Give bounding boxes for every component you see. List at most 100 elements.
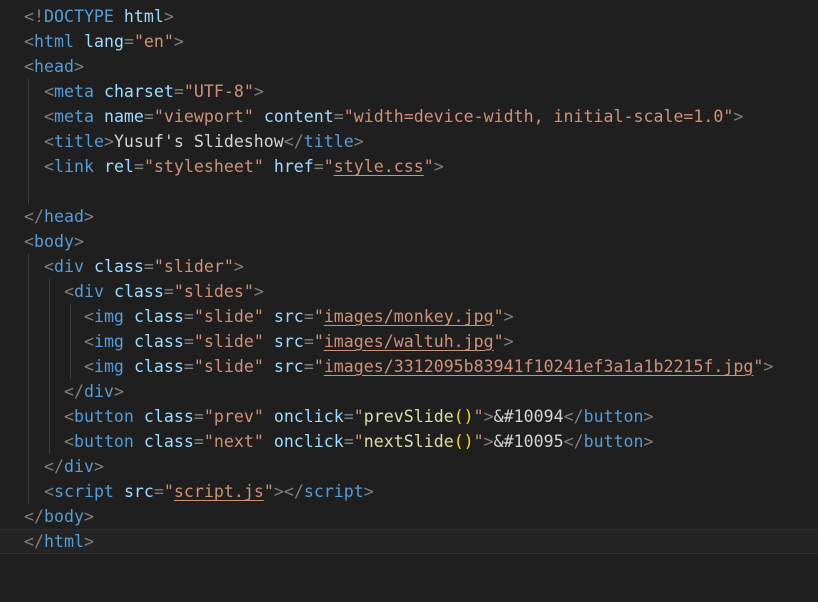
syntax-token-punctuation: = (194, 432, 204, 451)
syntax-token-plain-text (84, 257, 94, 276)
syntax-token-string: " (314, 332, 324, 351)
syntax-token-tag-name: button (74, 432, 134, 451)
syntax-token-plain-text (24, 357, 84, 376)
syntax-token-punctuation: > (84, 207, 94, 226)
syntax-token-punctuation: > (74, 57, 84, 76)
code-line-current[interactable]: </html> (0, 529, 818, 554)
code-editor[interactable]: <!DOCTYPE html><html lang="en"><head> <m… (0, 4, 818, 554)
code-line[interactable] (0, 179, 818, 204)
syntax-token-plain-text (254, 107, 264, 126)
syntax-token-plain-text (24, 482, 44, 501)
code-line[interactable]: <!DOCTYPE html> (0, 4, 818, 29)
syntax-token-punctuation: > (484, 407, 494, 426)
syntax-token-plain-text (24, 332, 84, 351)
syntax-token-string: " (354, 432, 364, 451)
indent-guide (49, 279, 50, 304)
syntax-token-attribute-name: class (134, 357, 184, 376)
syntax-token-string: "stylesheet" (144, 157, 264, 176)
syntax-token-plain-text (264, 407, 274, 426)
code-line[interactable]: <div class="slides"> (0, 279, 818, 304)
indent-guide (28, 254, 29, 279)
syntax-token-attribute-name: class (134, 332, 184, 351)
syntax-token-attribute-name: name (104, 107, 144, 126)
code-line[interactable]: <div class="slider"> (0, 254, 818, 279)
syntax-token-tag-name: script (304, 482, 364, 501)
syntax-token-punctuation: = (184, 307, 194, 326)
syntax-token-function-name: prevSlide (364, 407, 454, 426)
syntax-token-plain-text (134, 407, 144, 426)
syntax-token-punctuation: = (344, 407, 354, 426)
syntax-token-tag-name: title (304, 132, 354, 151)
indent-guide (28, 129, 29, 154)
syntax-token-punctuation: < (24, 232, 34, 251)
syntax-token-punctuation: > (484, 432, 494, 451)
syntax-token-punctuation: = (184, 332, 194, 351)
syntax-token-punctuation: = (174, 82, 184, 101)
indent-guide (49, 379, 50, 404)
syntax-token-tag-name: head (34, 57, 74, 76)
syntax-token-tag-name: title (54, 132, 104, 151)
syntax-token-string: "next" (204, 432, 264, 451)
code-line[interactable]: <button class="next" onclick="nextSlide(… (0, 429, 818, 454)
code-line[interactable]: </div> (0, 379, 818, 404)
syntax-token-plain-text: Yusuf's Slideshow (114, 132, 284, 151)
syntax-token-tag-name: img (94, 307, 124, 326)
indent-guide (28, 329, 29, 354)
syntax-token-attribute-name: class (144, 407, 194, 426)
syntax-token-punctuation: > (354, 132, 364, 151)
syntax-token-string: " (314, 307, 324, 326)
code-line[interactable]: <button class="prev" onclick="prevSlide(… (0, 404, 818, 429)
syntax-token-punctuation: </ (24, 532, 44, 551)
syntax-token-punctuation: </ (564, 432, 584, 451)
syntax-token-punctuation: < (24, 57, 34, 76)
syntax-token-tag-name: img (94, 332, 124, 351)
indent-guide (49, 304, 50, 329)
syntax-token-punctuation: > (94, 457, 104, 476)
indent-guide (28, 404, 29, 429)
syntax-token-function-name: nextSlide (364, 432, 454, 451)
syntax-token-punctuation: = (124, 32, 134, 51)
code-line[interactable]: <link rel="stylesheet" href="style.css"> (0, 154, 818, 179)
indent-guide (70, 329, 71, 354)
code-line[interactable]: <head> (0, 54, 818, 79)
syntax-token-plain-text (24, 157, 44, 176)
syntax-token-plain-text (94, 82, 104, 101)
syntax-token-tag-name: img (94, 357, 124, 376)
syntax-token-punctuation: < (44, 107, 54, 126)
syntax-token-attribute-name: class (94, 257, 144, 276)
syntax-token-punctuation: = (164, 282, 174, 301)
syntax-token-punctuation: > (114, 382, 124, 401)
code-line[interactable]: <script src="script.js"></script> (0, 479, 818, 504)
syntax-token-string-link-underlined: images/waltuh.jpg (324, 332, 494, 351)
syntax-token-punctuation: < (24, 32, 34, 51)
code-line[interactable]: </body> (0, 504, 818, 529)
syntax-token-punctuation: </ (564, 407, 584, 426)
indent-guide (28, 354, 29, 379)
code-line[interactable]: <body> (0, 229, 818, 254)
syntax-token-attribute-name: html (114, 7, 164, 26)
syntax-token-punctuation: > (644, 432, 654, 451)
indent-guide (28, 479, 29, 504)
syntax-token-tag-name: button (584, 432, 644, 451)
indent-guide (28, 454, 29, 479)
indent-guide (49, 329, 50, 354)
indent-guide (70, 304, 71, 329)
code-line[interactable]: <meta name="viewport" content="width=dev… (0, 104, 818, 129)
syntax-token-string-link-underlined: images/monkey.jpg (324, 307, 494, 326)
indent-guide (28, 304, 29, 329)
syntax-token-attribute-name: lang (84, 32, 124, 51)
code-line[interactable]: </head> (0, 204, 818, 229)
code-line[interactable]: <img class="slide" src="images/3312095b8… (0, 354, 818, 379)
syntax-token-plain-text (124, 332, 134, 351)
code-line[interactable]: <img class="slide" src="images/monkey.jp… (0, 304, 818, 329)
code-line[interactable]: <meta charset="UTF-8"> (0, 79, 818, 104)
syntax-token-punctuation: = (144, 257, 154, 276)
code-line[interactable]: <img class="slide" src="images/waltuh.jp… (0, 329, 818, 354)
syntax-token-punctuation: > (74, 232, 84, 251)
code-line[interactable]: <title>Yusuf's Slideshow</title> (0, 129, 818, 154)
syntax-token-punctuation: = (304, 357, 314, 376)
syntax-token-punctuation: > (733, 107, 743, 126)
code-line[interactable]: <html lang="en"> (0, 29, 818, 54)
syntax-token-plain-text: &#10095 (494, 432, 564, 451)
code-line[interactable]: </div> (0, 454, 818, 479)
